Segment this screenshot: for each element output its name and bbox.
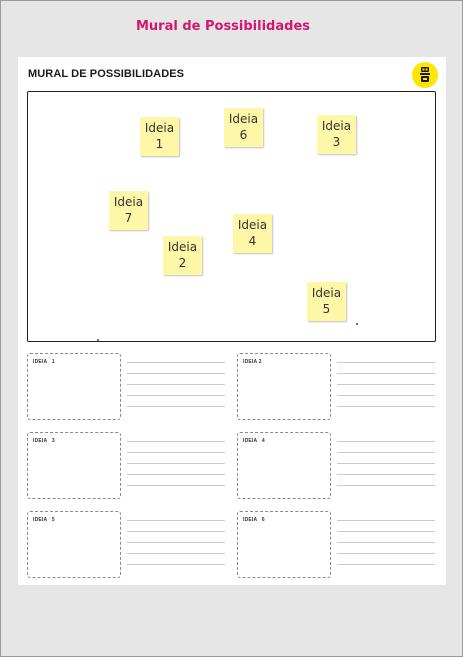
idea-box-6[interactable]: IDEIA 6 (237, 511, 331, 578)
sticky-note[interactable]: Ideia 1 (140, 117, 179, 156)
sticky-note[interactable]: Ideia 5 (307, 282, 346, 321)
sticky-note-word: Ideia (228, 112, 259, 126)
idea-box-5[interactable]: IDEIA 5 (27, 511, 121, 578)
sticky-note-word: Ideia (321, 119, 352, 133)
idea-box-1[interactable]: IDEIA 1 (27, 353, 121, 420)
sticky-note-number: 4 (248, 234, 257, 248)
idea-notes-lines-5[interactable] (127, 520, 225, 575)
sticky-note-number: 5 (322, 302, 331, 316)
sticky-note-number: 3 (332, 135, 341, 149)
idea-box-label: IDEIA 5 (33, 517, 55, 523)
mascot-glyph (420, 67, 430, 82)
board-speck (97, 339, 99, 341)
board-speck (356, 323, 358, 325)
idea-box-label: IDEIA 2 (243, 359, 262, 365)
idea-box-2[interactable]: IDEIA 2 (237, 353, 331, 420)
sticky-note-number: 7 (124, 211, 133, 225)
idea-notes-lines-3[interactable] (127, 441, 225, 496)
sticky-note[interactable]: Ideia 7 (109, 191, 148, 230)
idea-notes-lines-2[interactable] (337, 362, 435, 417)
sticky-note[interactable]: Ideia 2 (163, 236, 202, 275)
worksheet: MURAL DE POSSIBILIDADES Ideia 1 Ideia 6 … (18, 57, 446, 585)
idea-box-label: IDEIA 3 (33, 438, 55, 444)
idea-notes-lines-4[interactable] (337, 441, 435, 496)
idea-notes-lines-1[interactable] (127, 362, 225, 417)
sticky-note-number: 6 (239, 128, 248, 142)
ideas-board: Ideia 1 Ideia 6 Ideia 3 Ideia 7 Ideia 4 … (27, 91, 436, 342)
sticky-note-word: Ideia (144, 121, 175, 135)
worksheet-title: MURAL DE POSSIBILIDADES (28, 68, 185, 80)
idea-notes-lines-6[interactable] (337, 520, 435, 575)
sticky-note[interactable]: Ideia 4 (233, 214, 272, 253)
sticky-note-word: Ideia (113, 195, 144, 209)
idea-box-label: IDEIA 4 (243, 438, 265, 444)
mascot-logo-icon (412, 62, 438, 88)
idea-box-label: IDEIA 6 (243, 517, 265, 523)
sticky-note-word: Ideia (167, 240, 198, 254)
sticky-note-number: 2 (178, 256, 187, 270)
page-background: Mural de Possibilidades MURAL DE POSSIBI… (0, 0, 463, 657)
sticky-note[interactable]: Ideia 3 (317, 115, 356, 154)
idea-box-label: IDEIA 1 (33, 359, 55, 365)
sticky-note-word: Ideia (311, 286, 342, 300)
sticky-note-word: Ideia (237, 218, 268, 232)
sticky-note-number: 1 (155, 137, 164, 151)
idea-box-3[interactable]: IDEIA 3 (27, 432, 121, 499)
page-title: Mural de Possibilidades (135, 19, 310, 34)
sticky-note[interactable]: Ideia 6 (224, 108, 263, 147)
idea-box-4[interactable]: IDEIA 4 (237, 432, 331, 499)
